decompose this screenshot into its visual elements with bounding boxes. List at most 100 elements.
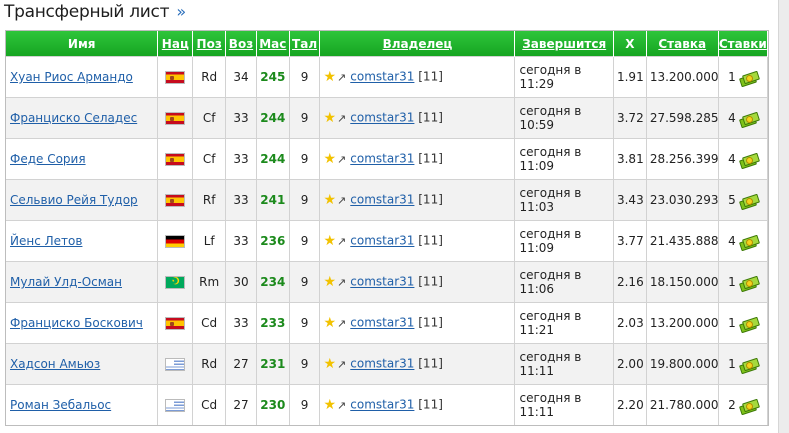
mastery-cell: 233 [256,302,290,344]
col-mas-header[interactable]: Мас [256,31,290,57]
nationality-cell [157,138,194,180]
player-name-link[interactable]: Мулай Улд-Осман [10,275,122,289]
x-cell: 2.03 [613,302,647,344]
col-bid-label[interactable]: Ставка [658,37,706,51]
col-bid-header[interactable]: Ставка [646,31,719,57]
table-row: Мулай Улд-Осман Rm 30 234 9 ★↗comstar31 … [6,261,769,303]
star-icon: ★ [323,397,337,413]
table-row: Йенс Летов Lf 33 236 9 ★↗ comstar31 [11] … [6,220,769,262]
expires-time: 11:09 [519,159,555,173]
col-age-header[interactable]: Воз [225,31,257,57]
bids-count: 4 [728,111,736,125]
x-cell: 2.20 [613,384,647,425]
col-x-label: X [625,36,635,51]
col-tal-header[interactable]: Тал [289,31,321,57]
money-bid-icon[interactable] [738,70,760,87]
owner-cell: ★↗ comstar31 [11] [319,179,516,221]
table-row: Роман Зебальос Cd 27 230 9 ★↗ comstar31 [… [6,384,769,425]
bids-count: 2 [728,398,736,412]
bids-cell: 1 [718,56,769,98]
mastery-cell: 244 [256,138,290,180]
owner-link[interactable]: comstar31 [350,316,414,330]
money-bid-icon[interactable] [738,316,760,333]
player-name-link[interactable]: Хадсон Амьюз [10,357,100,371]
col-pos-label[interactable]: Поз [197,37,222,51]
nationality-cell [157,343,194,385]
owner-level: [11] [418,233,443,248]
age-cell: 34 [225,56,257,98]
col-tal-label[interactable]: Тал [292,37,317,51]
position-cell: Cf [192,97,227,139]
expires-cell: сегодня в 11:09 [514,138,614,180]
col-mas-label[interactable]: Мас [259,37,286,51]
player-name-link[interactable]: Йенс Летов [10,234,82,248]
trend-arrow-icon: ↗ [337,234,347,248]
bids-count: 1 [728,357,736,371]
nationality-cell [157,220,194,262]
owner-link[interactable]: comstar31 [350,193,414,207]
expires-time: 10:59 [519,118,555,132]
bid-cell: 13.200.000 [646,56,719,98]
bid-cell: 27.598.285 [646,97,719,139]
money-bid-icon[interactable] [738,357,760,374]
col-bids-header[interactable]: Ставки [718,31,769,57]
col-expires-label[interactable]: Завершится [522,37,606,51]
col-age-label[interactable]: Воз [229,37,253,51]
bid-cell: 19.800.000 [646,343,719,385]
player-name-link[interactable]: Хуан Риос Армандо [10,70,133,84]
talent-cell: 9 [289,302,321,344]
owner-link[interactable]: comstar31 [350,357,414,371]
player-name-link[interactable]: Франциско Селадес [10,111,137,125]
player-name-link[interactable]: Феде Сория [10,152,86,166]
expires-day: сегодня в [519,63,582,77]
money-bid-icon[interactable] [738,275,760,292]
position-cell: Rm [192,261,227,303]
page-title: Трансферный лист » [4,2,186,22]
flag-icon [165,153,186,166]
col-pos-header[interactable]: Поз [192,31,227,57]
x-cell: 3.77 [613,220,647,262]
owner-cell: ★↗ comstar31 [11] [319,302,516,344]
flag-icon [165,71,186,84]
owner-cell: ★↗ comstar31 [11] [319,384,516,425]
money-bid-icon[interactable] [738,111,760,128]
expires-time: 11:11 [519,405,555,419]
money-bid-icon[interactable] [738,152,760,169]
money-bid-icon[interactable] [738,398,760,415]
position-cell: Cf [192,138,227,180]
col-owner-label[interactable]: Владелец [383,37,453,51]
nationality-cell [157,261,194,303]
bid-cell: 18.150.000 [646,261,719,303]
money-bid-icon[interactable] [738,193,760,210]
page-title-text: Трансферный лист [4,2,170,22]
owner-link[interactable]: comstar31 [350,111,414,125]
owner-link[interactable]: comstar31 [350,275,414,289]
owner-link[interactable]: comstar31 [350,398,414,412]
expires-cell: сегодня в 11:21 [514,302,614,344]
talent-cell: 9 [289,261,321,303]
transfer-table-wrap: Имя Нац Поз Воз Мас Тал Владелец Заверши… [5,30,769,426]
player-name-link[interactable]: Роман Зебальос [10,398,111,412]
window-scrollbar[interactable] [778,0,789,433]
flag-icon [165,235,186,248]
mastery-cell: 245 [256,56,290,98]
col-bids-label[interactable]: Ставки [719,37,767,51]
owner-level: [11] [418,397,443,412]
col-nat-label[interactable]: Нац [162,37,189,51]
col-name-header: Имя [6,31,159,57]
money-bid-icon[interactable] [738,234,760,251]
flag-icon [165,358,186,371]
x-cell: 1.91 [613,56,647,98]
nationality-cell [157,56,194,98]
col-expires-header[interactable]: Завершится [514,31,614,57]
col-owner-header[interactable]: Владелец [319,31,516,57]
player-name-link[interactable]: Сельвио Рейя Тудор [10,193,138,207]
col-nat-header[interactable]: Нац [157,31,194,57]
owner-link[interactable]: comstar31 [350,152,414,166]
more-link[interactable]: » [176,2,186,21]
age-cell: 33 [225,97,257,139]
player-name-link[interactable]: Франциско Боскович [10,316,143,330]
owner-link[interactable]: comstar31 [350,234,414,248]
owner-link[interactable]: comstar31 [350,70,414,84]
talent-cell: 9 [289,97,321,139]
